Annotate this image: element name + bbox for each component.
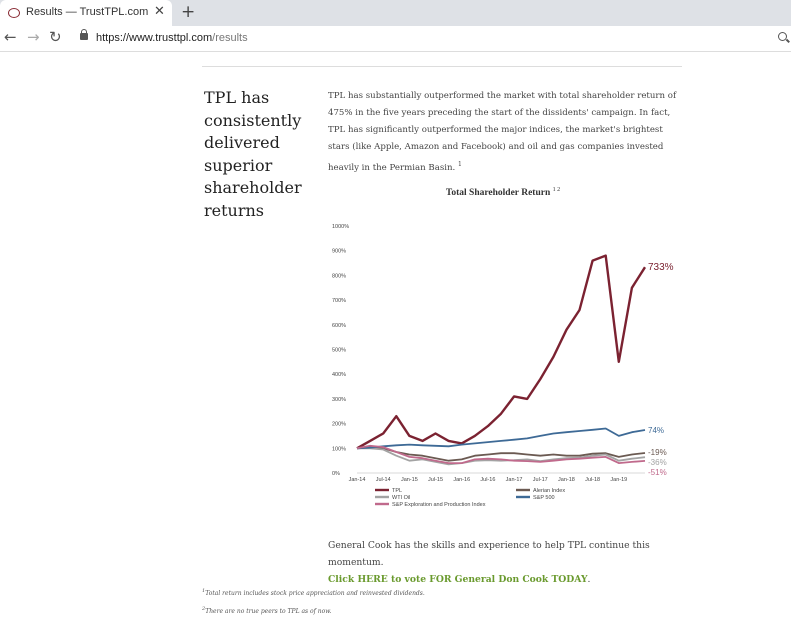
intro-paragraph: TPL has substantially outperformed the m… bbox=[328, 88, 678, 177]
cta-suffix: . bbox=[587, 574, 591, 585]
site-favicon-icon bbox=[8, 8, 20, 18]
section-headline: TPL has consistently delivered superior … bbox=[204, 88, 302, 220]
series-end-label: 733% bbox=[648, 262, 674, 273]
url-host: https://www.trusttpl.com bbox=[96, 32, 213, 44]
chart-title-refs: 1 2 bbox=[552, 187, 561, 193]
x-tick-label: Jul-18 bbox=[585, 477, 600, 483]
x-tick-label: Jul-17 bbox=[533, 477, 548, 483]
y-tick-label: 300% bbox=[332, 397, 346, 403]
y-tick-label: 900% bbox=[332, 249, 346, 255]
legend-label: S&P 500 bbox=[533, 495, 555, 501]
chart-title: Total Shareholder Return 1 2 bbox=[328, 187, 678, 198]
lock-icon[interactable] bbox=[80, 29, 88, 40]
x-tick-label: Jan-16 bbox=[453, 477, 470, 483]
x-tick-label: Jan-18 bbox=[558, 477, 575, 483]
x-tick-label: Jul-15 bbox=[428, 477, 443, 483]
y-tick-label: 600% bbox=[332, 323, 346, 329]
tab-title: Results — TrustTPL.com bbox=[26, 6, 149, 18]
intro-footnote-ref: 1 bbox=[457, 161, 462, 168]
x-tick-label: Jul-16 bbox=[480, 477, 495, 483]
series-end-label: -19% bbox=[648, 448, 667, 457]
x-tick-label: Jan-17 bbox=[506, 477, 523, 483]
y-tick-label: 0% bbox=[332, 471, 340, 477]
series-line bbox=[356, 427, 646, 450]
intro-text: TPL has substantially outperformed the m… bbox=[328, 91, 677, 173]
new-tab-icon[interactable]: + bbox=[181, 2, 195, 22]
section-divider bbox=[202, 66, 682, 67]
address-bar[interactable]: https://www.trusttpl.com/results bbox=[96, 32, 248, 44]
back-arrow-icon[interactable]: ← bbox=[4, 28, 17, 46]
legend-label: S&P Exploration and Production Index bbox=[392, 502, 486, 508]
tab-close-icon[interactable]: ✕ bbox=[154, 4, 165, 19]
zoom-icon[interactable] bbox=[778, 32, 787, 41]
x-tick-label: Jan-15 bbox=[401, 477, 418, 483]
x-tick-label: Jan-19 bbox=[610, 477, 627, 483]
legend-label: WTI Oil bbox=[392, 495, 410, 501]
url-path: /results bbox=[212, 32, 248, 44]
y-tick-label: 500% bbox=[332, 348, 346, 354]
footnote-2: 2There are no true peers to TPL as of no… bbox=[202, 606, 332, 615]
y-tick-label: 700% bbox=[332, 298, 346, 304]
closing-text: General Cook has the skills and experien… bbox=[328, 540, 650, 568]
y-tick-label: 200% bbox=[332, 422, 346, 428]
x-tick-label: Jan-14 bbox=[349, 477, 366, 483]
closing-paragraph: General Cook has the skills and experien… bbox=[328, 537, 688, 588]
series-line bbox=[356, 254, 647, 450]
footnote-1: 1Total return includes stock price appre… bbox=[202, 588, 425, 597]
footnote-1-text: Total return includes stock price apprec… bbox=[205, 590, 425, 597]
reload-icon[interactable]: ↻ bbox=[49, 28, 62, 46]
tab-active[interactable]: Results — TrustTPL.com ✕ bbox=[0, 0, 172, 26]
tsr-line-chart: 0% 100% 200% 300% 400% 500% 600% 700% 800% 900% 10… bbox=[332, 224, 674, 508]
y-tick-label: 400% bbox=[332, 372, 346, 378]
y-tick-label: 800% bbox=[332, 273, 346, 279]
series-end-label: -51% bbox=[648, 468, 667, 477]
footnote-2-text: There are no true peers to TPL as of now… bbox=[205, 608, 332, 615]
y-tick-label: 100% bbox=[332, 446, 346, 452]
chart-title-text: Total Shareholder Return bbox=[445, 188, 551, 199]
y-tick-label: 1000% bbox=[332, 224, 349, 230]
tab-strip: Results — TrustTPL.com ✕ + bbox=[0, 0, 791, 26]
browser-toolbar: ← → ↻ https://www.trusttpl.com/results bbox=[0, 26, 791, 52]
x-tick-label: Jul-14 bbox=[376, 477, 391, 483]
vote-cta-link[interactable]: Click HERE to vote FOR General Don Cook … bbox=[328, 574, 588, 585]
forward-arrow-icon[interactable]: → bbox=[27, 28, 40, 46]
series-end-label: 74% bbox=[648, 426, 664, 435]
series-end-label: -36% bbox=[648, 458, 667, 467]
legend-label: Alerian Index bbox=[533, 488, 565, 494]
legend-label: TPL bbox=[392, 488, 402, 494]
